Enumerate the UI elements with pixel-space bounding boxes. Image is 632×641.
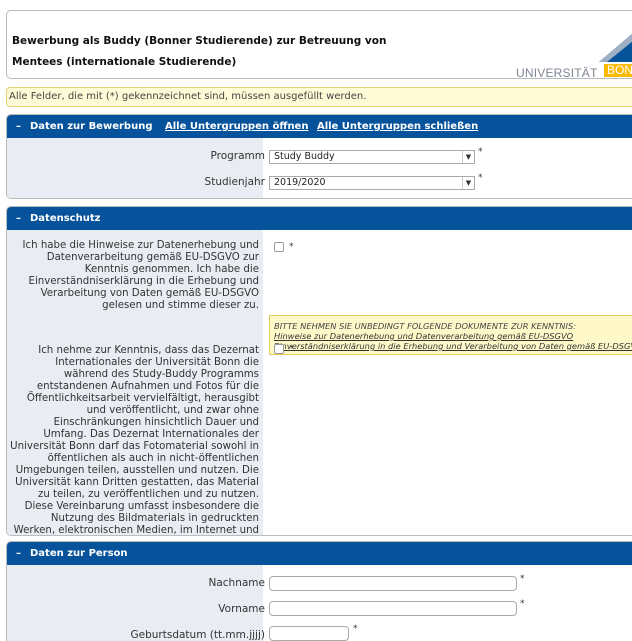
logo-city-text: BONN <box>604 64 632 77</box>
required-marker: * <box>289 242 294 252</box>
dsgvo-info-link[interactable]: Hinweise zur Datenerhebung und Datenvera… <box>274 331 573 341</box>
geburtsdatum-input[interactable] <box>269 626 349 641</box>
close-all-subgroups-link[interactable]: Alle Untergruppen schließen <box>317 121 478 132</box>
vorname-input[interactable] <box>269 601 517 616</box>
photo-consent-text: Ich nehme zur Kenntnis, dass das Dezerna… <box>10 345 259 536</box>
documents-notice: BITTE NEHMEN SIE UNBEDINGT FOLGENDE DOKU… <box>269 315 632 355</box>
programm-label: Programm <box>210 150 265 162</box>
logo-mark-icon <box>599 33 632 62</box>
section-body: Programm Study Buddy ▼ * Studienjahr 201… <box>7 138 632 198</box>
section-body: Nachname * Vorname * Geburtsdatum (tt.mm… <box>7 565 632 641</box>
consent-dsgvo-checkbox[interactable] <box>274 242 284 252</box>
required-marker: * <box>478 147 483 157</box>
section-header-person[interactable]: – Daten zur Person <box>7 542 632 565</box>
dsgvo-consent-link[interactable]: Einverständniserklärung in die Erhebung … <box>274 341 632 351</box>
studienjahr-select[interactable]: 2019/2020 ▼ <box>269 176 475 190</box>
vorname-label: Vorname <box>218 603 265 615</box>
programm-select[interactable]: Study Buddy ▼ <box>269 150 475 164</box>
consent-dsgvo-text: Ich habe die Hinweise zur Datenerhebung … <box>22 240 259 311</box>
collapse-icon[interactable]: – <box>16 207 30 230</box>
section-datenschutz: – Datenschutz Ich habe die Hinweise zur D… <box>6 206 632 536</box>
documents-heading: BITTE NEHMEN SIE UNBEDINGT FOLGENDE DOKU… <box>274 321 577 331</box>
nachname-label: Nachname <box>208 577 266 589</box>
page-header: Bewerbung als Buddy (Bonner Studierende)… <box>6 10 632 80</box>
section-title: Daten zur Person <box>30 548 128 559</box>
section-body: Ich habe die Hinweise zur Datenerhebung … <box>7 230 632 536</box>
section-bewerbung: – Daten zur Bewerbung Alle Untergruppen ö… <box>6 114 632 199</box>
section-person: – Daten zur Person Nachname * Vorname * G… <box>6 541 632 641</box>
required-marker: * <box>478 173 483 183</box>
required-marker: * <box>289 344 294 354</box>
nachname-input[interactable] <box>269 576 517 591</box>
studienjahr-label: Studienjahr <box>204 176 265 188</box>
photo-consent-checkbox[interactable] <box>274 344 284 354</box>
logo-university-text: UNIVERSITÄT <box>516 66 598 80</box>
section-header-datenschutz[interactable]: – Datenschutz <box>7 207 632 230</box>
section-title: Daten zur Bewerbung <box>30 121 153 132</box>
chevron-down-icon: ▼ <box>462 151 474 163</box>
required-marker: * <box>353 624 358 634</box>
geburtsdatum-label: Geburtsdatum (tt.mm.jjjj) <box>130 629 266 641</box>
open-all-subgroups-link[interactable]: Alle Untergruppen öffnen <box>165 121 309 132</box>
programm-value: Study Buddy <box>274 151 335 162</box>
section-header-bewerbung[interactable]: – Daten zur Bewerbung Alle Untergruppen ö… <box>7 115 632 138</box>
label-column <box>7 138 263 198</box>
section-title: Datenschutz <box>30 213 101 224</box>
collapse-icon[interactable]: – <box>16 115 30 138</box>
collapse-icon[interactable]: – <box>16 542 30 565</box>
required-marker: * <box>520 599 525 609</box>
studienjahr-value: 2019/2020 <box>274 177 326 188</box>
required-marker: * <box>520 574 525 584</box>
university-logo: UNIVERSITÄT BONN <box>516 28 632 80</box>
required-fields-notice: Alle Felder, die mit (*) gekennzeichnet … <box>6 87 632 107</box>
page-title: Bewerbung als Buddy (Bonner Studierende)… <box>12 35 387 68</box>
chevron-down-icon: ▼ <box>462 177 474 189</box>
